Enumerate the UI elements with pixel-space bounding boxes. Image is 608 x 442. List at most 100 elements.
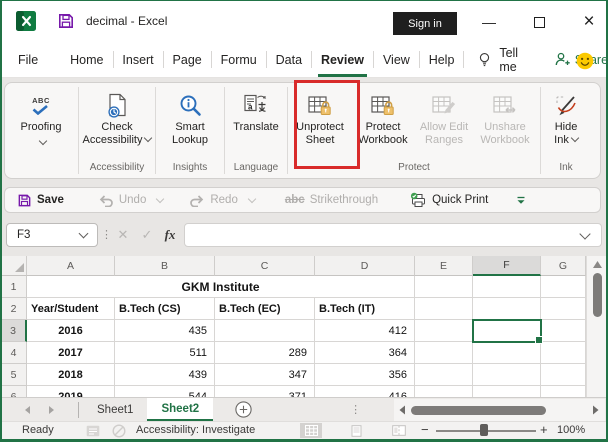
tab-bar-grip-icon[interactable]: ⋮: [350, 403, 361, 416]
sign-in-button[interactable]: Sign in: [393, 12, 457, 35]
protect-workbook-button[interactable]: Protect Workbook: [351, 84, 415, 161]
cell[interactable]: [473, 386, 541, 397]
select-all-button[interactable]: [1, 256, 27, 276]
tab-page-layout[interactable]: Page: [164, 43, 211, 77]
cell-a4[interactable]: 2017: [27, 342, 115, 364]
zoom-slider-thumb[interactable]: [480, 424, 488, 436]
normal-view-button[interactable]: [300, 423, 322, 438]
vertical-scrollbar[interactable]: [586, 256, 607, 397]
row-header-6[interactable]: 6: [1, 386, 27, 397]
hide-ink-button[interactable]: Hide Ink: [542, 84, 590, 161]
cell[interactable]: [473, 298, 541, 320]
formula-input[interactable]: [184, 223, 602, 247]
row-header-5[interactable]: 5: [1, 364, 27, 386]
zoom-level[interactable]: 100%: [557, 424, 585, 436]
zoom-out-button[interactable]: −: [421, 422, 429, 437]
qat-save-button[interactable]: Save: [17, 193, 64, 208]
cell-c5[interactable]: 347: [215, 364, 315, 386]
cancel-button[interactable]: ✕: [112, 225, 134, 245]
zoom-in-button[interactable]: +: [540, 422, 548, 437]
formula-bar-grip-icon[interactable]: ⋮: [101, 228, 112, 241]
tab-formulas[interactable]: Formu: [212, 43, 266, 77]
sheet-nav-right-icon[interactable]: [44, 405, 58, 415]
cell-d5[interactable]: 356: [315, 364, 415, 386]
cell[interactable]: [415, 364, 473, 386]
row-header-4[interactable]: 4: [1, 342, 27, 364]
name-box[interactable]: F3: [6, 223, 98, 247]
maximize-button[interactable]: [524, 10, 554, 34]
vertical-scroll-thumb[interactable]: [593, 273, 602, 317]
cell-c4[interactable]: 289: [215, 342, 315, 364]
cell[interactable]: [473, 364, 541, 386]
cell-a2[interactable]: Year/Student: [27, 298, 115, 320]
cell[interactable]: [541, 386, 586, 397]
smart-lookup-button[interactable]: Smart Lookup: [157, 84, 223, 161]
cell-a1-merged-title[interactable]: GKM Institute: [27, 276, 415, 298]
column-header-g[interactable]: G: [541, 256, 586, 276]
row-header-3-selected[interactable]: 3: [1, 320, 27, 342]
cell-b4[interactable]: 511: [115, 342, 215, 364]
tab-view[interactable]: View: [374, 43, 419, 77]
tab-file[interactable]: File: [9, 43, 47, 77]
cell-a6[interactable]: 2019: [27, 386, 115, 397]
horizontal-scroll-thumb[interactable]: [411, 406, 546, 415]
proofing-button[interactable]: ABC Proofing: [5, 84, 77, 161]
cell[interactable]: [473, 342, 541, 364]
cell[interactable]: [415, 298, 473, 320]
tab-help[interactable]: Help: [420, 43, 464, 77]
fill-handle[interactable]: [535, 336, 543, 344]
macro-record-icon[interactable]: [86, 425, 100, 437]
cell[interactable]: [415, 386, 473, 397]
cell-d6[interactable]: 416: [315, 386, 415, 397]
sheet-tab-sheet1[interactable]: Sheet1: [83, 398, 147, 421]
minimize-button[interactable]: —: [474, 10, 504, 34]
translate-button[interactable]: a Translate: [226, 84, 286, 161]
cell-b2[interactable]: B.Tech (CS): [115, 298, 215, 320]
cell-d3[interactable]: 412: [315, 320, 415, 342]
tab-home[interactable]: Home: [61, 43, 112, 77]
expand-formula-bar-icon[interactable]: [579, 227, 591, 240]
row-header-1[interactable]: 1: [1, 276, 27, 298]
cell[interactable]: [541, 320, 586, 342]
cell-d2[interactable]: B.Tech (IT): [315, 298, 415, 320]
row-header-2[interactable]: 2: [1, 298, 27, 320]
sheet-nav-left-icon[interactable]: [20, 405, 34, 415]
cell-d4[interactable]: 364: [315, 342, 415, 364]
column-header-f-selected[interactable]: F: [473, 256, 541, 276]
tab-data[interactable]: Data: [267, 43, 311, 77]
cell-b6[interactable]: 544: [115, 386, 215, 397]
column-header-d[interactable]: D: [315, 256, 415, 276]
check-accessibility-button[interactable]: Check Accessibility: [80, 84, 154, 161]
scroll-left-icon[interactable]: [399, 405, 406, 415]
column-header-a[interactable]: A: [27, 256, 115, 276]
horizontal-scrollbar[interactable]: [394, 399, 605, 421]
cell-b3[interactable]: 435: [115, 320, 215, 342]
tab-review[interactable]: Review: [312, 43, 373, 77]
tell-me-button[interactable]: Tell me: [476, 46, 531, 74]
tab-insert[interactable]: Insert: [113, 43, 162, 77]
cell-c2[interactable]: B.Tech (EC): [215, 298, 315, 320]
column-header-c[interactable]: C: [215, 256, 315, 276]
cell-b5[interactable]: 439: [115, 364, 215, 386]
cell[interactable]: [415, 276, 473, 298]
column-header-b[interactable]: B: [115, 256, 215, 276]
insert-function-button[interactable]: fx: [159, 225, 181, 245]
cell[interactable]: [473, 276, 541, 298]
feedback-smiley-icon[interactable]: [576, 52, 594, 70]
status-accessibility[interactable]: Accessibility: Investigate: [136, 424, 255, 436]
cell[interactable]: [541, 298, 586, 320]
new-sheet-button[interactable]: [235, 401, 252, 418]
sheet-tab-sheet2-active[interactable]: Sheet2: [147, 398, 214, 421]
cell[interactable]: [541, 276, 586, 298]
cell-c6[interactable]: 371: [215, 386, 315, 397]
qat-quick-print-button[interactable]: Quick Print: [410, 192, 488, 208]
close-button[interactable]: ×: [574, 10, 604, 34]
column-header-e[interactable]: E: [415, 256, 473, 276]
accessibility-checker-icon[interactable]: [112, 424, 126, 438]
scroll-right-icon[interactable]: [592, 405, 599, 415]
cell-a5[interactable]: 2018: [27, 364, 115, 386]
save-icon[interactable]: [57, 12, 75, 30]
cell[interactable]: [541, 364, 586, 386]
cell-a3[interactable]: 2016: [27, 320, 115, 342]
scroll-up-icon[interactable]: [593, 261, 602, 268]
